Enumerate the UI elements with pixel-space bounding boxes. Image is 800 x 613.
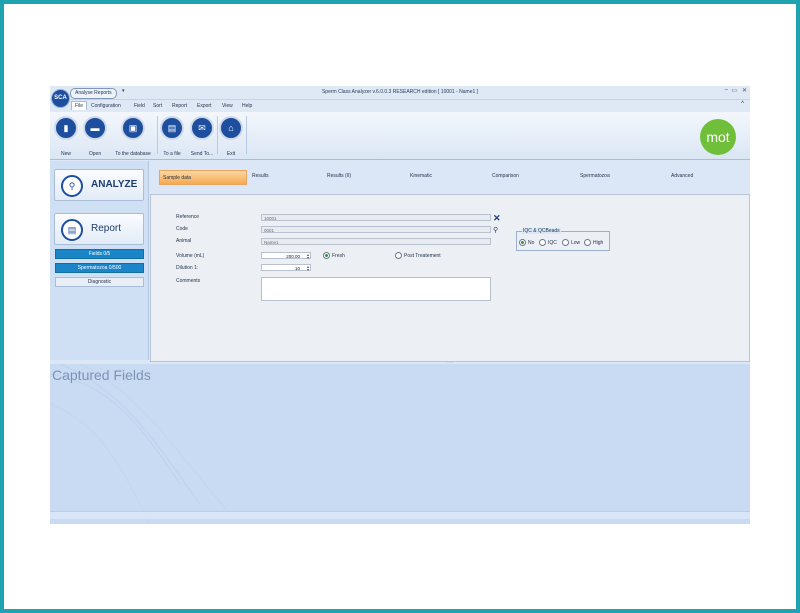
sidebar: ⚲ ANALYZE ▤ Report Fields 0/5 Spermatozo… (50, 161, 149, 360)
menu-field[interactable]: Field (131, 102, 148, 110)
background-swirl (50, 364, 231, 524)
report-label: Report (91, 223, 122, 234)
new-button-label: New (60, 151, 71, 157)
dilution-value: 10 (294, 266, 300, 271)
title-bar: Analyse Reports ▾ Sperm Class Analyzer v… (50, 86, 750, 100)
send-to-button[interactable]: ✉ Send To... (187, 116, 217, 157)
report-icon: ▤ (61, 219, 83, 241)
send-to-label: Send To... (190, 151, 214, 157)
sample-data-panel: Reference 10001 ✕ Code 0001 ⚲ Animal Nam… (150, 194, 750, 362)
iqc-qcbeads-group: IQC & QCBeads No IQC Low High (516, 228, 610, 251)
radio-dot-icon (323, 252, 330, 259)
captured-fields-title: Captured Fields (52, 367, 151, 383)
spin-arrows-icon[interactable]: ▴ ▾ (307, 253, 309, 260)
status-strip (50, 511, 750, 519)
radio-iqc-high[interactable]: High (584, 239, 603, 246)
code-label: Code (176, 226, 188, 232)
tab-comparison[interactable]: Comparison (492, 173, 519, 179)
ribbon-collapse-icon[interactable]: ^ (741, 101, 744, 107)
menu-configuration[interactable]: Configuration (88, 102, 124, 110)
radio-iqc-low[interactable]: Low (562, 239, 580, 246)
tab-results[interactable]: Results (252, 173, 269, 179)
minimize-icon[interactable]: – (725, 87, 728, 93)
mail-icon: ✉ (190, 116, 214, 140)
analyze-button[interactable]: ⚲ ANALYZE (54, 169, 144, 201)
export-file-icon: ▤ (160, 116, 184, 140)
menu-sort[interactable]: Sort (150, 102, 165, 110)
ribbon: ▮ New ▬ Open ▣ To the database ▤ To a fi… (50, 112, 750, 160)
report-button[interactable]: ▤ Report (54, 213, 144, 245)
volume-label: Volume (mL) (176, 253, 205, 259)
captured-fields-panel: Captured Fields (50, 364, 750, 524)
radio-dot-icon (519, 239, 526, 246)
open-button[interactable]: ▬ Open (82, 116, 108, 157)
radio-iqc-iqc[interactable]: IQC (539, 239, 557, 246)
menu-export[interactable]: Export (194, 102, 214, 110)
menu-file[interactable]: File (71, 101, 88, 110)
open-button-label: Open (88, 151, 102, 157)
radio-dot-icon (395, 252, 402, 259)
radio-post-treatement[interactable]: Post Treatement (395, 252, 441, 259)
app-window: Analyse Reports ▾ Sperm Class Analyzer v… (50, 86, 750, 524)
volume-value: 200.00 (286, 254, 300, 259)
spin-arrows-icon[interactable]: ▴ ▾ (307, 265, 309, 272)
reference-label: Reference (176, 214, 200, 220)
clear-icon[interactable]: ✕ (493, 213, 501, 224)
tab-row: Sample data Results Results (II) Kinemat… (150, 166, 750, 190)
radio-iqc-no[interactable]: No (519, 239, 534, 246)
fields-status[interactable]: Fields 0/5 (55, 249, 144, 259)
reference-field[interactable]: 10001 (261, 214, 491, 221)
iqc-legend: IQC & QCBeads (522, 228, 561, 234)
maximize-icon[interactable]: ▭ (731, 87, 737, 94)
window-title: Sperm Class Analyzer v.6.0.0.3 RESEARCH … (321, 89, 479, 95)
to-file-label: To a file (163, 151, 181, 157)
search-icon[interactable]: ⚲ (493, 226, 498, 234)
brand-logo: mot (700, 119, 736, 155)
to-database-button[interactable]: ▣ To the database (111, 116, 155, 157)
new-button[interactable]: ▮ New (53, 116, 79, 157)
radio-dot-icon (584, 239, 591, 246)
exit-button[interactable]: ⌂ Exit (218, 116, 244, 157)
exit-label: Exit (226, 151, 236, 157)
close-icon[interactable]: ✕ (742, 87, 747, 94)
volume-stepper[interactable]: 200.00 ▴ ▾ (261, 252, 311, 260)
to-database-label: To the database (115, 151, 151, 157)
microscope-icon: ⚲ (61, 175, 83, 197)
tab-results-ii[interactable]: Results (II) (327, 173, 351, 179)
code-field[interactable]: 0001 (261, 226, 491, 233)
menu-help[interactable]: Help (239, 102, 255, 110)
comments-textarea[interactable] (261, 277, 491, 301)
new-document-icon: ▮ (54, 116, 78, 140)
animal-field[interactable]: Name1 (261, 238, 491, 245)
home-icon: ⌂ (219, 116, 243, 140)
save-icon: ▣ (121, 116, 145, 140)
to-file-button[interactable]: ▤ To a file (158, 116, 186, 157)
animal-label: Animal (176, 238, 192, 244)
radio-fresh[interactable]: Fresh (323, 252, 345, 259)
spermatozoa-status[interactable]: Spermatozoa 0/500 (55, 263, 144, 273)
ribbon-separator (246, 116, 247, 154)
dilution-stepper[interactable]: 10 ▴ ▾ (261, 264, 311, 272)
tab-sample-data[interactable]: Sample data (159, 170, 247, 185)
tab-kinematic[interactable]: Kinematic (410, 173, 432, 179)
tab-advanced[interactable]: Advanced (671, 173, 693, 179)
analyze-label: ANALYZE (91, 179, 138, 190)
radio-dot-icon (562, 239, 569, 246)
menu-bar: File Configuration Field Sort Report Exp… (50, 100, 750, 112)
tab-spermatozoa[interactable]: Spermatozoa (580, 173, 610, 179)
folder-icon: ▬ (83, 116, 107, 140)
diagnostic-button[interactable]: Diagnostic (55, 277, 144, 287)
menu-report[interactable]: Report (169, 102, 190, 110)
menu-view[interactable]: View (219, 102, 236, 110)
comments-label: Comments (176, 278, 201, 284)
radio-dot-icon (539, 239, 546, 246)
app-logo[interactable]: SCA (51, 89, 70, 108)
dilution-label: Dilution 1: (176, 265, 199, 271)
